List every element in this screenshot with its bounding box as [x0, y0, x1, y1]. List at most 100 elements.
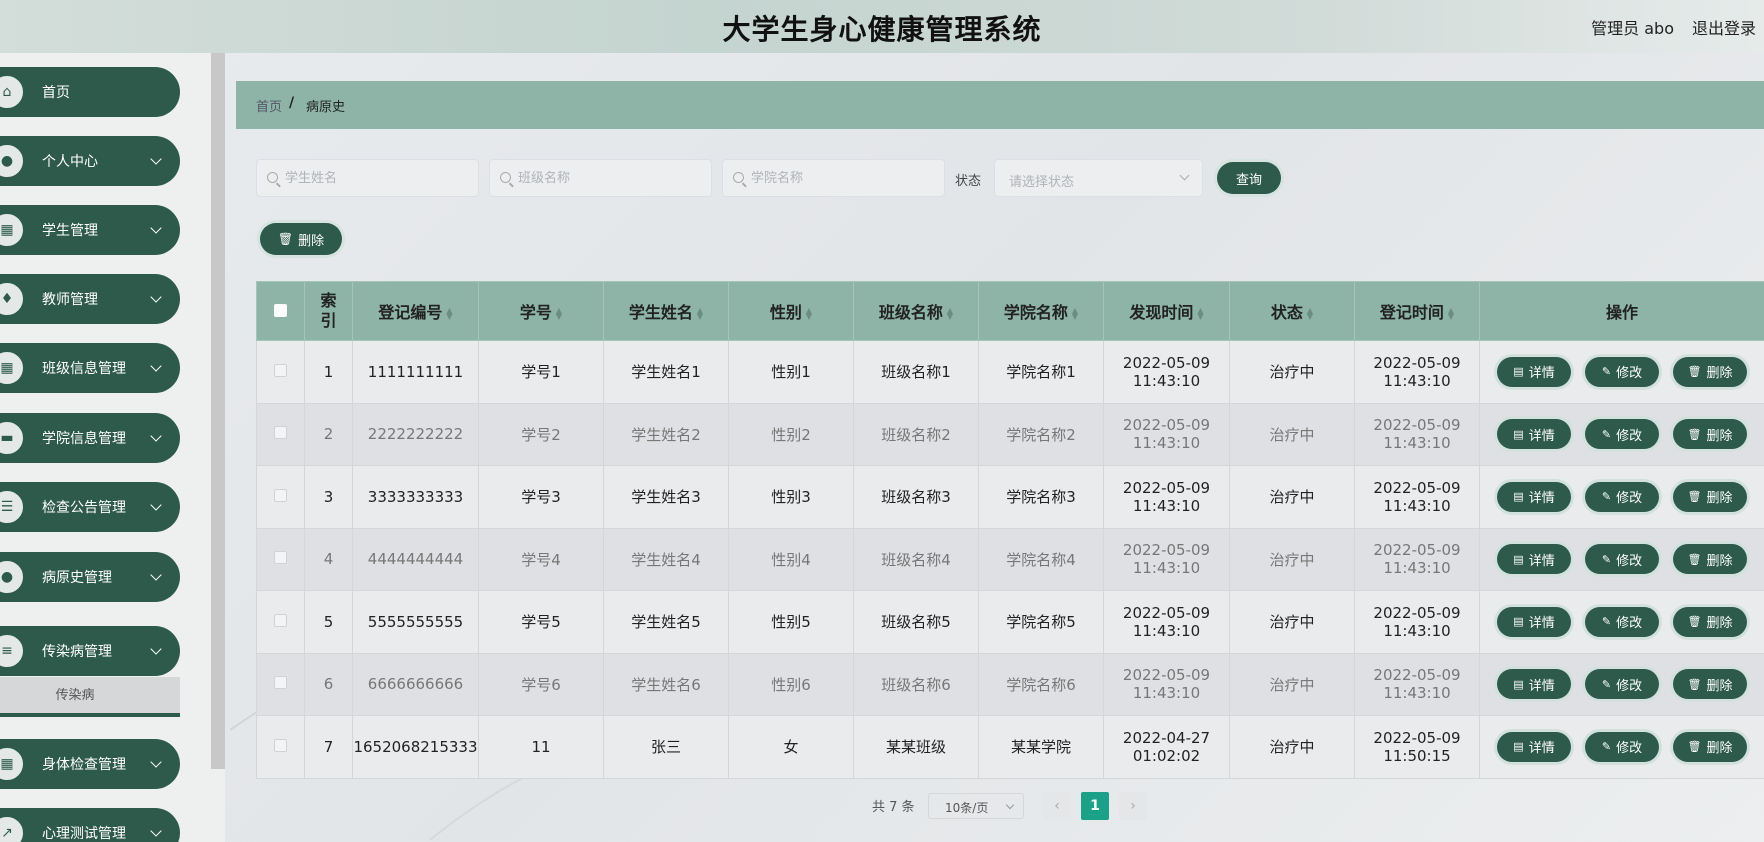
class-name-cell: 班级名称3: [853, 465, 979, 529]
class-name-cell: 班级名称4: [853, 527, 979, 591]
row-select-cell[interactable]: [256, 527, 305, 591]
sort-icon[interactable]: ▲ ▼: [697, 306, 703, 320]
row-checkbox[interactable]: [274, 363, 287, 377]
column-header-label: 发现时间: [1129, 303, 1194, 322]
row-index: 3: [304, 465, 353, 529]
sidebar-item-college-info[interactable]: ▬ 学院信息管理: [0, 413, 180, 463]
sidebar-scrollbar[interactable]: [211, 53, 225, 769]
student-name-search[interactable]: [256, 159, 479, 197]
column-header-label: 登记时间: [1379, 303, 1444, 322]
sort-icon[interactable]: ▲ ▼: [1072, 306, 1078, 320]
row-checkbox[interactable]: [274, 738, 287, 752]
college-name-search[interactable]: [722, 159, 945, 197]
edit-button[interactable]: ✎ 修改: [1585, 481, 1659, 512]
row-select-cell[interactable]: [256, 590, 305, 654]
reg-no-cell: 6666666666: [352, 652, 479, 716]
sidebar-item-infectious-disease[interactable]: ≡ 传染病管理: [0, 626, 180, 676]
breadcrumb-home[interactable]: 首页: [256, 96, 282, 115]
sidebar-item-inspection-notice[interactable]: ☰ 检查公告管理: [0, 482, 180, 532]
select-all-cell[interactable]: [256, 281, 305, 341]
page-size-select[interactable]: 10条/页: [928, 793, 1024, 819]
column-header-student-no[interactable]: 学号 ▲ ▼: [478, 281, 604, 341]
sidebar-item-psych-test[interactable]: ↗ 心理测试管理: [0, 808, 180, 842]
page-number-button[interactable]: 1: [1081, 792, 1109, 820]
delete-button[interactable]: 🗑 删除: [1673, 669, 1747, 700]
edit-button[interactable]: ✎ 修改: [1585, 544, 1659, 575]
detail-button[interactable]: ▤ 详情: [1497, 544, 1571, 575]
table-row: 3 3333333333 学号3 学生姓名3 性别3 班级名称3 学院名称3 2022-05-…: [256, 465, 1764, 529]
search-icon: [733, 172, 744, 183]
column-header-name[interactable]: 学生姓名 ▲ ▼: [603, 281, 729, 341]
detail-button[interactable]: ▤ 详情: [1497, 356, 1571, 387]
column-header-reg-time[interactable]: 登记时间 ▲ ▼: [1354, 281, 1480, 341]
class-name-search[interactable]: [489, 159, 712, 197]
delete-button[interactable]: 🗑 删除: [1673, 606, 1747, 637]
edit-button[interactable]: ✎ 修改: [1585, 419, 1659, 450]
batch-delete-button[interactable]: 🗑 删除: [260, 223, 342, 255]
sort-icon[interactable]: ▲ ▼: [1307, 306, 1313, 320]
sidebar-item-home[interactable]: ⌂ 首页: [0, 67, 180, 117]
row-actions: ▤ 详情 ✎ 修改 🗑 删除: [1479, 465, 1764, 529]
detail-button[interactable]: ▤ 详情: [1497, 606, 1571, 637]
sliders-icon: ☰: [0, 488, 26, 526]
sidebar-item-pathogen-history[interactable]: ● 病原史管理: [0, 552, 180, 602]
row-select-cell[interactable]: [256, 402, 305, 466]
delete-button[interactable]: 🗑 删除: [1673, 481, 1747, 512]
college-name-input[interactable]: [751, 160, 936, 196]
row-checkbox[interactable]: [274, 613, 287, 627]
detail-button[interactable]: ▤ 详情: [1497, 731, 1571, 762]
column-header-college[interactable]: 学院名称 ▲ ▼: [978, 281, 1104, 341]
sort-icon[interactable]: ▲ ▼: [446, 306, 452, 320]
sidebar-item-physical-exam[interactable]: ▦ 身体检查管理: [0, 739, 180, 789]
column-header-class[interactable]: 班级名称 ▲ ▼: [853, 281, 979, 341]
row-select-cell[interactable]: [256, 465, 305, 529]
sort-icon[interactable]: ▲ ▼: [1448, 306, 1454, 320]
row-checkbox[interactable]: [274, 551, 287, 565]
column-header-status[interactable]: 状态 ▲ ▼: [1229, 281, 1355, 341]
sidebar-item-student-management[interactable]: ▦ 学生管理: [0, 205, 180, 255]
edit-button[interactable]: ✎ 修改: [1585, 669, 1659, 700]
select-all-checkbox[interactable]: [274, 303, 287, 317]
row-select-cell[interactable]: [256, 340, 305, 404]
column-header-found-time[interactable]: 发现时间 ▲ ▼: [1103, 281, 1230, 341]
delete-button[interactable]: 🗑 删除: [1673, 731, 1747, 762]
delete-button[interactable]: 🗑 删除: [1673, 419, 1747, 450]
student-name-input[interactable]: [285, 160, 470, 196]
breadcrumb: 首页 / 病原史: [236, 81, 1764, 129]
query-button[interactable]: 查询: [1217, 162, 1281, 194]
sort-icon[interactable]: ▲ ▼: [556, 306, 562, 320]
row-checkbox[interactable]: [274, 488, 287, 502]
submenu-item-infectious-disease[interactable]: 传染病: [0, 677, 180, 717]
detail-button[interactable]: ▤ 详情: [1497, 481, 1571, 512]
class-name-input[interactable]: [518, 160, 703, 196]
sidebar-item-teacher-management[interactable]: ♦ 教师管理: [0, 274, 180, 324]
edit-label: 修改: [1616, 553, 1643, 569]
briefcase-icon: ▬: [0, 419, 26, 457]
detail-button[interactable]: ▤ 详情: [1497, 419, 1571, 450]
prev-page-button[interactable]: ‹: [1043, 792, 1071, 820]
row-select-cell[interactable]: [256, 715, 305, 779]
row-select-cell[interactable]: [256, 652, 305, 716]
column-header-reg-no[interactable]: 登记编号 ▲ ▼: [352, 281, 479, 341]
sidebar-item-label: 病原史管理: [42, 570, 112, 586]
edit-button[interactable]: ✎ 修改: [1585, 356, 1659, 387]
edit-button[interactable]: ✎ 修改: [1585, 606, 1659, 637]
column-header-label: 学号: [519, 303, 552, 322]
sort-icon[interactable]: ▲ ▼: [1197, 306, 1203, 320]
sort-icon[interactable]: ▲ ▼: [806, 306, 812, 320]
detail-button[interactable]: ▤ 详情: [1497, 669, 1571, 700]
status-select[interactable]: 请选择状态: [994, 159, 1203, 197]
status-cell: 治疗中: [1229, 340, 1355, 404]
sidebar-item-personal-center[interactable]: ● 个人中心: [0, 136, 180, 186]
next-page-button[interactable]: ›: [1119, 792, 1147, 820]
delete-button[interactable]: 🗑 删除: [1673, 544, 1747, 575]
sort-icon[interactable]: ▲ ▼: [947, 306, 953, 320]
logout-link[interactable]: 退出登录: [1692, 15, 1756, 39]
delete-button[interactable]: 🗑 删除: [1673, 356, 1747, 387]
row-checkbox[interactable]: [274, 676, 287, 690]
sidebar-item-class-info[interactable]: ▦ 班级信息管理: [0, 343, 180, 393]
column-header-gender[interactable]: 性别 ▲ ▼: [728, 281, 854, 341]
row-checkbox[interactable]: [274, 426, 287, 440]
chevron-down-icon: [150, 153, 162, 165]
edit-button[interactable]: ✎ 修改: [1585, 731, 1659, 762]
